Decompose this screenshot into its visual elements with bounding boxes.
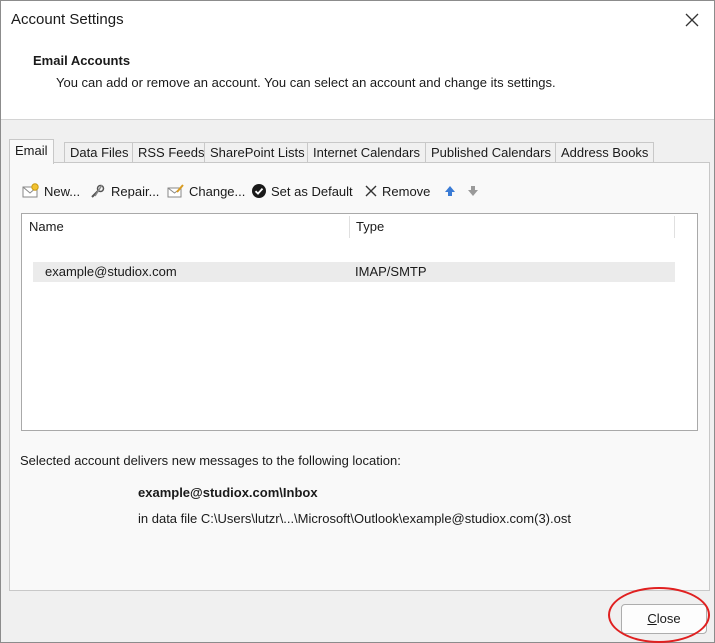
delivery-location: example@studiox.com\Inbox <box>138 485 318 500</box>
new-account-button[interactable]: New... <box>22 181 80 201</box>
new-account-icon <box>22 183 39 198</box>
account-row[interactable]: example@studiox.com IMAP/SMTP <box>33 262 675 282</box>
tab-rss-feeds[interactable]: RSS Feeds <box>132 142 211 163</box>
close-button-label: lose <box>656 611 681 626</box>
set-default-label: Set as Default <box>271 183 353 199</box>
account-settings-dialog: Account Settings Email Accounts You can … <box>0 0 715 643</box>
column-header-name[interactable]: Name <box>29 214 64 240</box>
checkmark-circle-icon <box>252 184 266 198</box>
tab-email[interactable]: Email <box>9 139 54 164</box>
column-divider <box>349 216 350 238</box>
change-account-button[interactable]: Change... <box>167 181 245 201</box>
header-title: Email Accounts <box>33 53 131 68</box>
tab-address-books[interactable]: Address Books <box>555 142 655 163</box>
data-file-path: in data file C:\Users\lutzr\...\Microsof… <box>138 511 571 526</box>
repair-account-button[interactable]: Repair... <box>89 181 159 201</box>
window-title: Account Settings <box>11 11 124 28</box>
tab-internet-calendars[interactable]: Internet Calendars <box>307 142 426 163</box>
arrow-up-icon <box>445 186 455 196</box>
account-type-cell: IMAP/SMTP <box>355 264 427 279</box>
tab-data-files[interactable]: Data Files <box>64 142 135 163</box>
move-down-button[interactable] <box>467 181 483 201</box>
arrow-down-icon <box>468 186 478 196</box>
close-button-mnemonic: C <box>647 611 657 626</box>
delivery-description: Selected account delivers new messages t… <box>20 453 401 468</box>
change-account-label: Change... <box>189 183 246 199</box>
header-panel: Email Accounts You can add or remove an … <box>1 39 714 120</box>
accounts-list[interactable]: Name Type example@studiox.com IMAP/SMTP <box>21 213 698 431</box>
change-account-icon <box>167 184 184 198</box>
title-bar: Account Settings <box>1 1 714 39</box>
email-tab-panel: New... Repair... Change... Set as Defaul… <box>9 162 710 591</box>
remove-x-icon <box>365 185 377 197</box>
close-button[interactable]: Close <box>621 604 707 634</box>
header-description: You can add or remove an account. You ca… <box>56 75 556 90</box>
new-account-label: New... <box>44 183 81 199</box>
remove-account-button[interactable]: Remove <box>364 181 430 201</box>
account-name-cell: example@studiox.com <box>45 264 177 279</box>
column-header-type[interactable]: Type <box>356 214 384 240</box>
wrench-icon <box>91 184 105 198</box>
tab-published-calendars[interactable]: Published Calendars <box>425 142 557 163</box>
column-divider <box>674 216 675 238</box>
close-icon[interactable] <box>682 10 702 30</box>
remove-account-label: Remove <box>382 183 431 199</box>
move-up-button[interactable] <box>444 181 460 201</box>
set-default-button[interactable]: Set as Default <box>251 181 353 201</box>
tab-sharepoint-lists[interactable]: SharePoint Lists <box>204 142 311 163</box>
repair-account-label: Repair... <box>111 183 160 199</box>
